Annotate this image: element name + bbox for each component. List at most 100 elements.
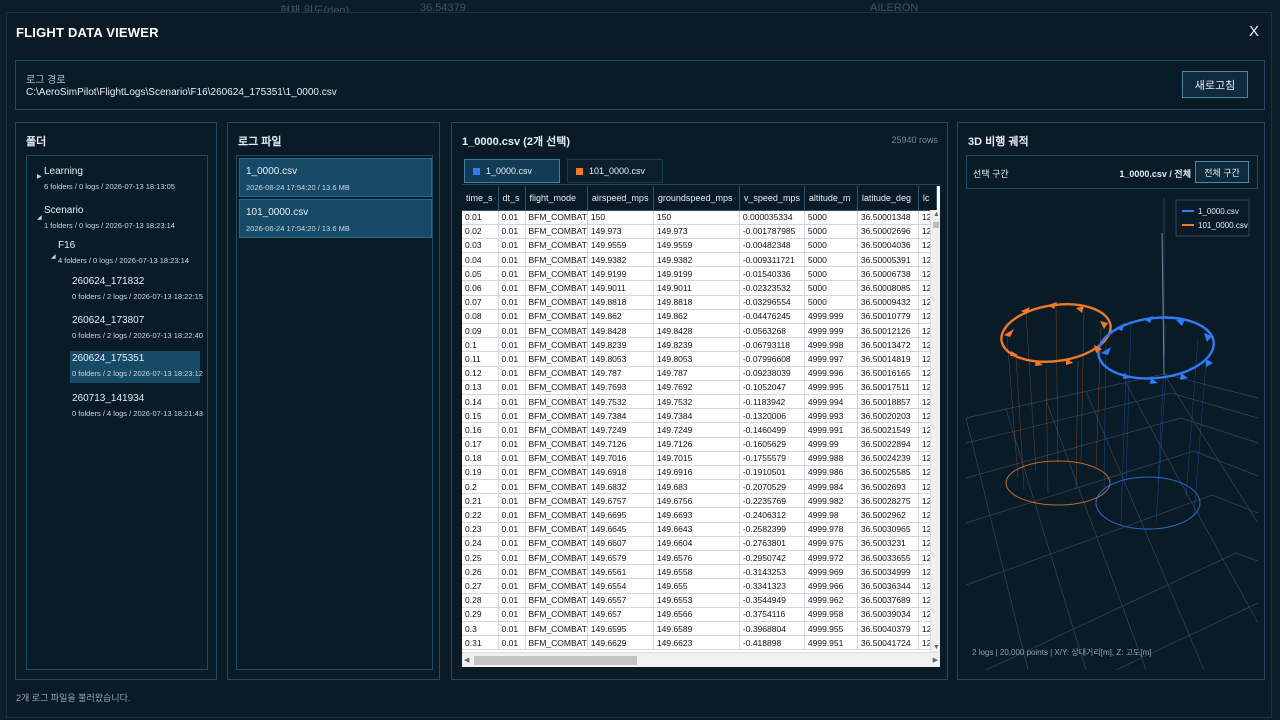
table-row[interactable]: 0.25 0.01 BFM_COMBAT 149.6579 149.6576 -0.295… xyxy=(462,550,937,566)
table-row[interactable]: 0.12 0.01 BFM_COMBAT 149.787 149.787 -0.09238… xyxy=(462,366,937,381)
table-row[interactable]: 0.07 0.01 BFM_COMBAT 149.8818 149.8818 -0.032… xyxy=(462,295,937,310)
table-row[interactable]: 0.31 0.01 BFM_COMBAT 149.6629 149.6623 -0.418… xyxy=(462,635,937,651)
tree-item-260624-173807[interactable]: 260624_173807 0 folders / 2 logs / 2026-… xyxy=(72,315,203,340)
table-row[interactable]: 0.18 0.01 BFM_COMBAT 149.7016 149.7015 -0.175… xyxy=(462,451,937,466)
scroll-thumb[interactable] xyxy=(474,656,637,665)
table-cell: -0.07996608 xyxy=(739,351,805,367)
table-cell: -0.02323532 xyxy=(739,280,805,296)
table-row[interactable]: 0.17 0.01 BFM_COMBAT 149.7126 149.7126 -0.160… xyxy=(462,437,937,452)
table-row[interactable]: 0.04 0.01 BFM_COMBAT 149.9382 149.9382 -0.009… xyxy=(462,252,937,268)
table-cell: BFM_COMBAT xyxy=(525,380,588,395)
table-cell: -0.001787985 xyxy=(739,224,805,239)
table-row[interactable]: 0.21 0.01 BFM_COMBAT 149.6757 149.6756 -0.223… xyxy=(462,493,937,509)
scroll-down-icon[interactable]: ▼ xyxy=(933,644,940,651)
table-row[interactable]: 0.08 0.01 BFM_COMBAT 149.862 149.862 -0.04476… xyxy=(462,309,937,325)
table-row[interactable]: 0.02 0.01 BFM_COMBAT 149.973 149.973 -0.00178… xyxy=(462,224,937,239)
table-cell: 149.9199 xyxy=(587,266,654,282)
table-cell: 0.01 xyxy=(498,280,526,296)
column-header[interactable]: airspeed_mps xyxy=(587,186,654,211)
legend-label: 101_0000.csv xyxy=(1198,221,1248,230)
tab-101-0000[interactable]: 101_0000.csv xyxy=(567,159,663,183)
caret-right-icon[interactable]: ▶ xyxy=(37,173,42,180)
table-cell: 149.6604 xyxy=(653,536,740,552)
tree-item-learning[interactable]: Learning 6 folders / 0 logs / 2026-07-13… xyxy=(44,166,175,191)
table-row[interactable]: 0.24 0.01 BFM_COMBAT 149.6607 149.6604 -0.276… xyxy=(462,536,937,552)
table-row[interactable]: 0.23 0.01 BFM_COMBAT 149.6645 149.6643 -0.258… xyxy=(462,522,937,537)
tree-item-meta: 0 folders / 4 logs / 2026-07-13 18:21:43 xyxy=(72,409,203,418)
table-row[interactable]: 0.01 0.01 BFM_COMBAT 150 150 0.000035334 5000 3… xyxy=(462,210,937,225)
trajectory-3d-plot[interactable]: 1_0000.csv 101_0000.csv 2 logs | 20,000 … xyxy=(965,193,1259,671)
table-row[interactable]: 0.16 0.01 BFM_COMBAT 149.7249 149.7249 -0.146… xyxy=(462,422,937,438)
log-file-item[interactable]: 101_0000.csv 2026-06-24 17:54:20 / 13.6 … xyxy=(239,199,432,238)
table-cell: 5000 xyxy=(804,280,858,296)
table-cell: 5000 xyxy=(804,224,858,239)
tree-item-meta: 0 folders / 2 logs / 2026-07-13 18:22:15 xyxy=(72,292,203,301)
table-row[interactable]: 0.09 0.01 BFM_COMBAT 149.8428 149.8428 -0.056… xyxy=(462,323,937,339)
column-header[interactable]: altitude_m xyxy=(804,186,858,211)
column-header[interactable]: time_s xyxy=(462,186,499,211)
column-header[interactable]: dt_s xyxy=(498,186,526,211)
column-header[interactable]: flight_mode xyxy=(525,186,588,211)
column-header[interactable]: lc xyxy=(918,186,937,211)
tree-item-260624-171832[interactable]: 260624_171832 0 folders / 2 logs / 2026-… xyxy=(72,276,203,301)
data-grid[interactable]: time_s dt_s flight_mode airspeed_mps grounds… xyxy=(462,186,940,667)
table-row[interactable]: 0.19 0.01 BFM_COMBAT 149.6918 149.6916 -0.191… xyxy=(462,465,937,481)
caret-down-icon[interactable]: ◢ xyxy=(51,253,56,260)
table-cell: -0.009311721 xyxy=(739,252,805,268)
table-row[interactable]: 0.29 0.01 BFM_COMBAT 149.657 149.6566 -0.3754… xyxy=(462,607,937,622)
table-row[interactable]: 0.26 0.01 BFM_COMBAT 149.6561 149.6558 -0.314… xyxy=(462,564,937,580)
scroll-up-icon[interactable]: ▲ xyxy=(933,211,940,218)
table-cell: -0.2763801 xyxy=(739,536,805,552)
table-cell: BFM_COMBAT xyxy=(525,280,588,296)
table-cell: 0.09 xyxy=(462,323,499,339)
table-row[interactable]: 0.27 0.01 BFM_COMBAT 149.6554 149.655 -0.3341… xyxy=(462,578,937,594)
table-row[interactable]: 0.3 0.01 BFM_COMBAT 149.6595 149.6589 -0.3968… xyxy=(462,621,937,637)
table-row[interactable]: 0.05 0.01 BFM_COMBAT 149.9199 149.9199 -0.015… xyxy=(462,266,937,282)
table-cell: -0.04476245 xyxy=(739,309,805,325)
table-cell: 36.50008085 xyxy=(857,280,919,296)
table-cell: 149.6693 xyxy=(653,507,740,523)
table-row[interactable]: 0.22 0.01 BFM_COMBAT 149.6695 149.6693 -0.240… xyxy=(462,507,937,523)
table-row[interactable]: 0.15 0.01 BFM_COMBAT 149.7384 149.7384 -0.132… xyxy=(462,408,937,424)
table-row[interactable]: 0.11 0.01 BFM_COMBAT 149.8053 149.8053 -0.079… xyxy=(462,351,937,367)
column-header[interactable]: v_speed_mps xyxy=(739,186,805,211)
table-cell: 4999.993 xyxy=(804,408,858,424)
vertical-scrollbar[interactable]: ▲ ▼ xyxy=(930,210,940,652)
table-cell: 0.18 xyxy=(462,451,499,466)
table-cell: 0.29 xyxy=(462,607,499,622)
table-cell: 36.50005391 xyxy=(857,252,919,268)
tree-item-scenario[interactable]: Scenario 1 folders / 0 logs / 2026-07-13… xyxy=(44,205,175,230)
table-cell: BFM_COMBAT xyxy=(525,607,588,622)
table-row[interactable]: 0.2 0.01 BFM_COMBAT 149.6832 149.683 -0.20705… xyxy=(462,479,937,495)
table-cell: 0.01 xyxy=(498,238,526,254)
log-file-item[interactable]: 1_0000.csv 2026-06-24 17:54:20 / 13.6 MB xyxy=(239,158,432,197)
table-row[interactable]: 0.28 0.01 BFM_COMBAT 149.6557 149.6553 -0.354… xyxy=(462,593,937,608)
table-row[interactable]: 0.03 0.01 BFM_COMBAT 149.9559 149.9559 -0.004… xyxy=(462,238,937,254)
table-row[interactable]: 0.1 0.01 BFM_COMBAT 149.8239 149.8239 -0.0679… xyxy=(462,337,937,353)
tree-item-f16[interactable]: F16 4 folders / 0 logs / 2026-07-13 18:2… xyxy=(58,240,189,265)
table-cell: -0.3544949 xyxy=(739,593,805,608)
table-cell: 5000 xyxy=(804,266,858,282)
table-row[interactable]: 0.13 0.01 BFM_COMBAT 149.7693 149.7692 -0.105… xyxy=(462,380,937,395)
tree-item-260624-175351[interactable]: 260624_175351 0 folders / 2 logs / 2026-… xyxy=(70,351,203,383)
column-header[interactable]: groundspeed_mps xyxy=(653,186,740,211)
table-cell: 0.16 xyxy=(462,422,499,438)
tab-1-0000[interactable]: 1_0000.csv xyxy=(464,159,560,183)
table-cell: 0.12 xyxy=(462,366,499,381)
scroll-left-icon[interactable]: ◀ xyxy=(464,656,469,664)
caret-down-icon[interactable]: ◢ xyxy=(37,214,42,221)
log-files-title: 로그 파일 xyxy=(238,136,282,148)
scroll-thumb[interactable] xyxy=(933,222,939,228)
table-cell: 0.14 xyxy=(462,394,499,410)
column-header[interactable]: latitude_deg xyxy=(857,186,919,211)
close-button[interactable]: X xyxy=(1249,23,1259,40)
tree-item-260713-141934[interactable]: 260713_141934 0 folders / 4 logs / 2026-… xyxy=(72,393,203,418)
scroll-right-icon[interactable]: ▶ xyxy=(933,656,938,664)
table-cell: 0.23 xyxy=(462,522,499,537)
table-row[interactable]: 0.06 0.01 BFM_COMBAT 149.9011 149.9011 -0.023… xyxy=(462,280,937,296)
table-cell: 0.05 xyxy=(462,266,499,282)
table-row[interactable]: 0.14 0.01 BFM_COMBAT 149.7532 149.7532 -0.118… xyxy=(462,394,937,410)
full-range-button[interactable]: 전체 구간 xyxy=(1195,161,1249,183)
horizontal-scrollbar[interactable]: ◀ ▶ xyxy=(462,652,940,667)
refresh-button[interactable]: 새로고침 xyxy=(1182,71,1248,98)
